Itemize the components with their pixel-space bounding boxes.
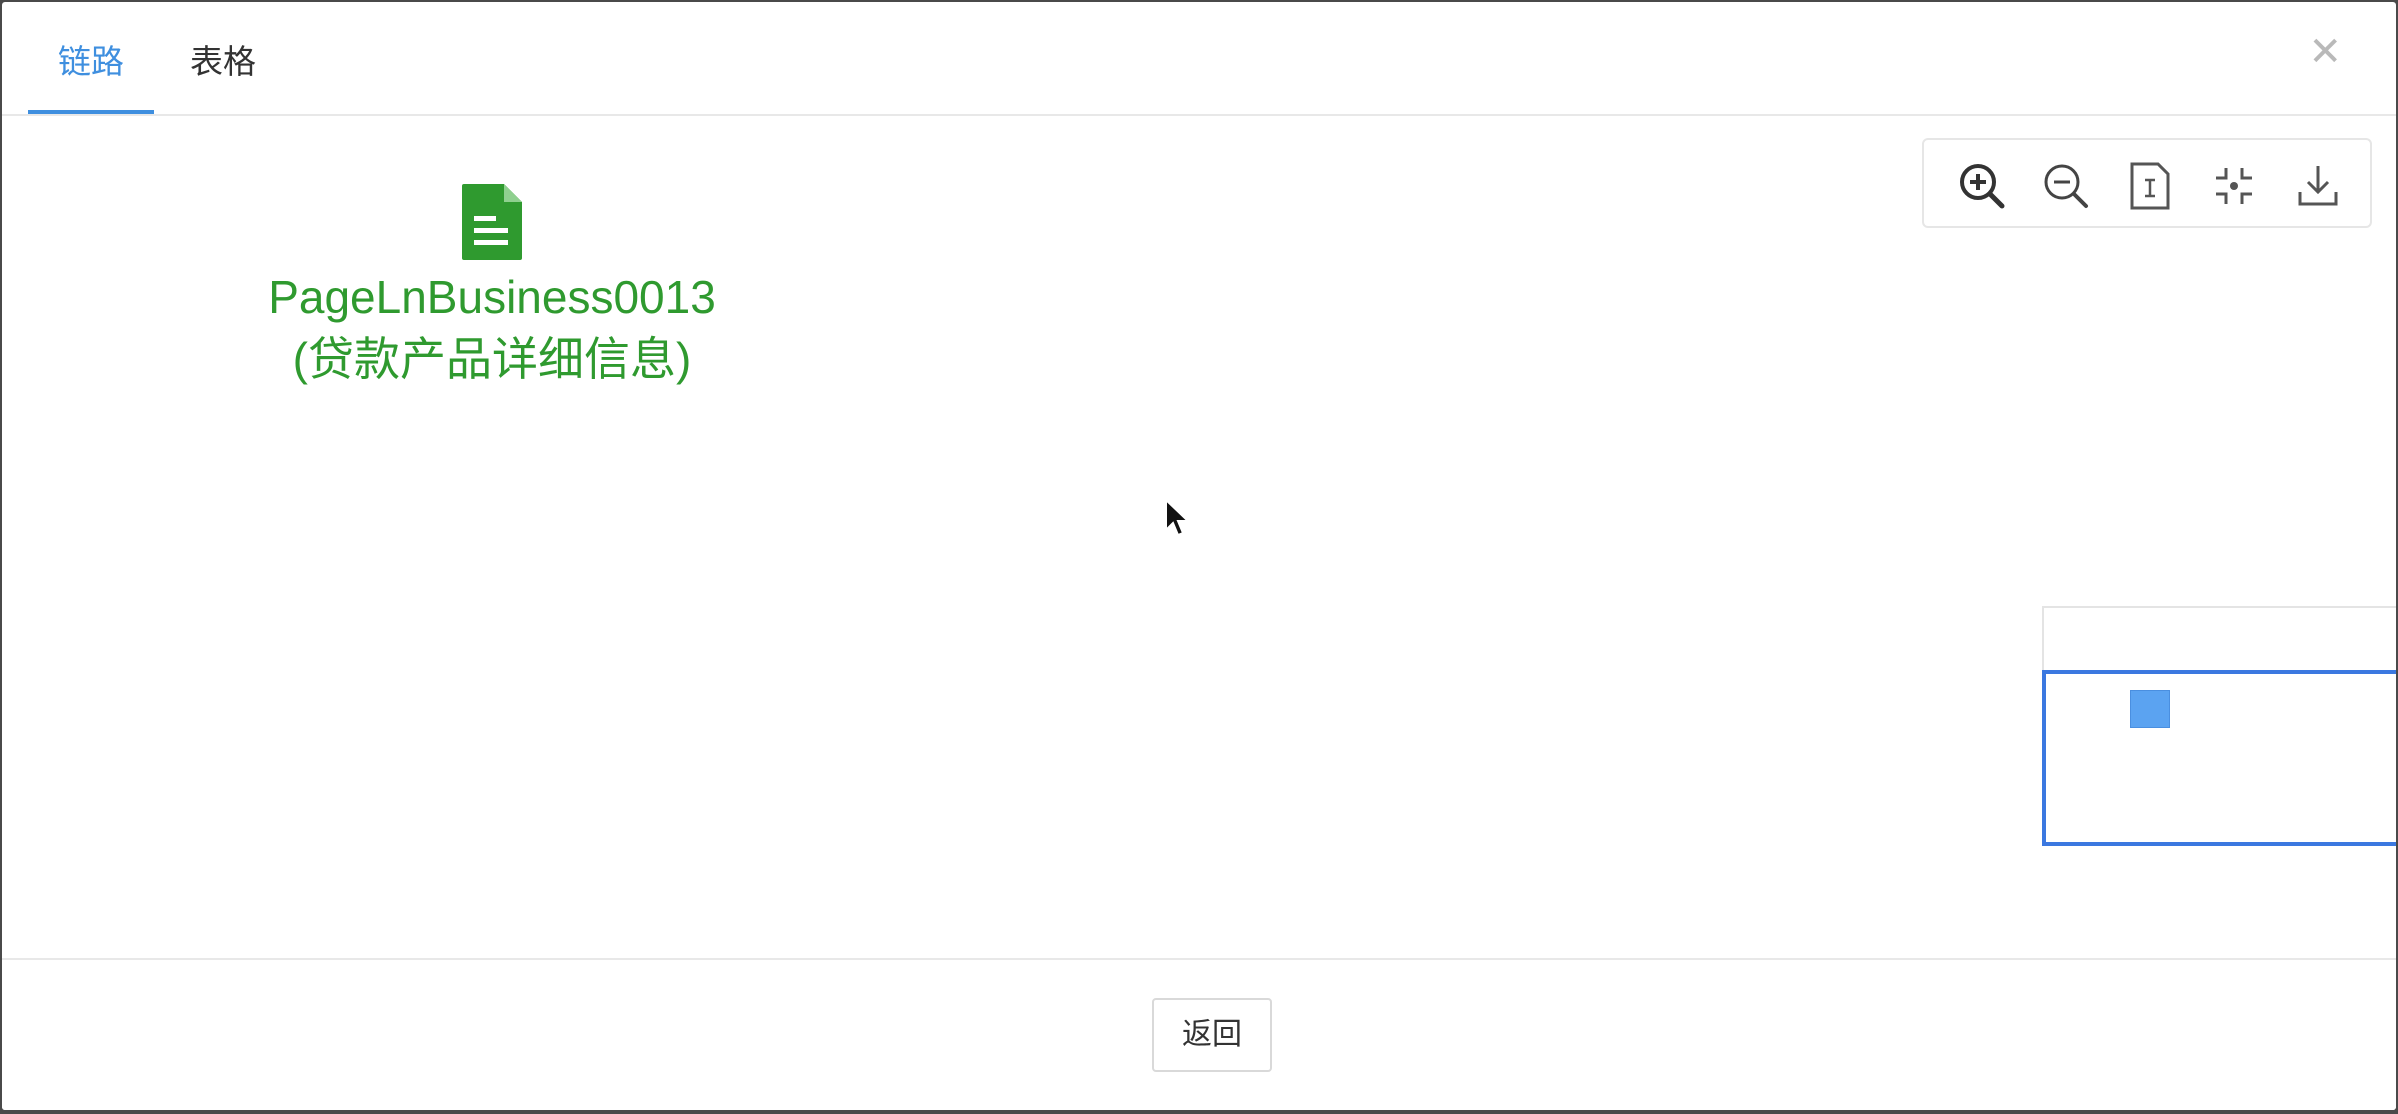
back-button[interactable]: 返回 <box>1152 998 1272 1072</box>
node-description: (贷款产品详细信息) <box>292 333 692 385</box>
document-icon <box>462 184 522 260</box>
fit-page-icon[interactable] <box>2122 158 2178 214</box>
zoom-out-icon[interactable] <box>2038 158 2094 214</box>
tab-bar: 链路 表格 ✕ <box>2 2 2396 116</box>
dialog-footer: 返回 <box>2 958 2396 1110</box>
minimap[interactable] <box>2042 670 2396 846</box>
download-icon[interactable] <box>2290 158 2346 214</box>
minimap-header <box>2042 606 2396 672</box>
close-icon[interactable]: ✕ <box>2308 30 2342 74</box>
center-icon[interactable] <box>2206 158 2262 214</box>
graph-toolbar <box>1922 138 2372 228</box>
zoom-in-icon[interactable] <box>1954 158 2010 214</box>
mouse-cursor-icon <box>1165 498 1191 537</box>
dialog: 链路 表格 ✕ PageLnBusiness0013 (贷款产品详细信息) 返回 <box>2 2 2396 1110</box>
tab-table[interactable]: 表格 <box>178 36 268 114</box>
graph-canvas[interactable]: PageLnBusiness0013 (贷款产品详细信息) <box>2 116 2396 958</box>
minimap-node <box>2130 690 2170 728</box>
graph-node[interactable]: PageLnBusiness0013 (贷款产品详细信息) <box>202 182 782 386</box>
node-name: PageLnBusiness0013 <box>268 271 716 323</box>
tab-link[interactable]: 链路 <box>28 36 154 114</box>
